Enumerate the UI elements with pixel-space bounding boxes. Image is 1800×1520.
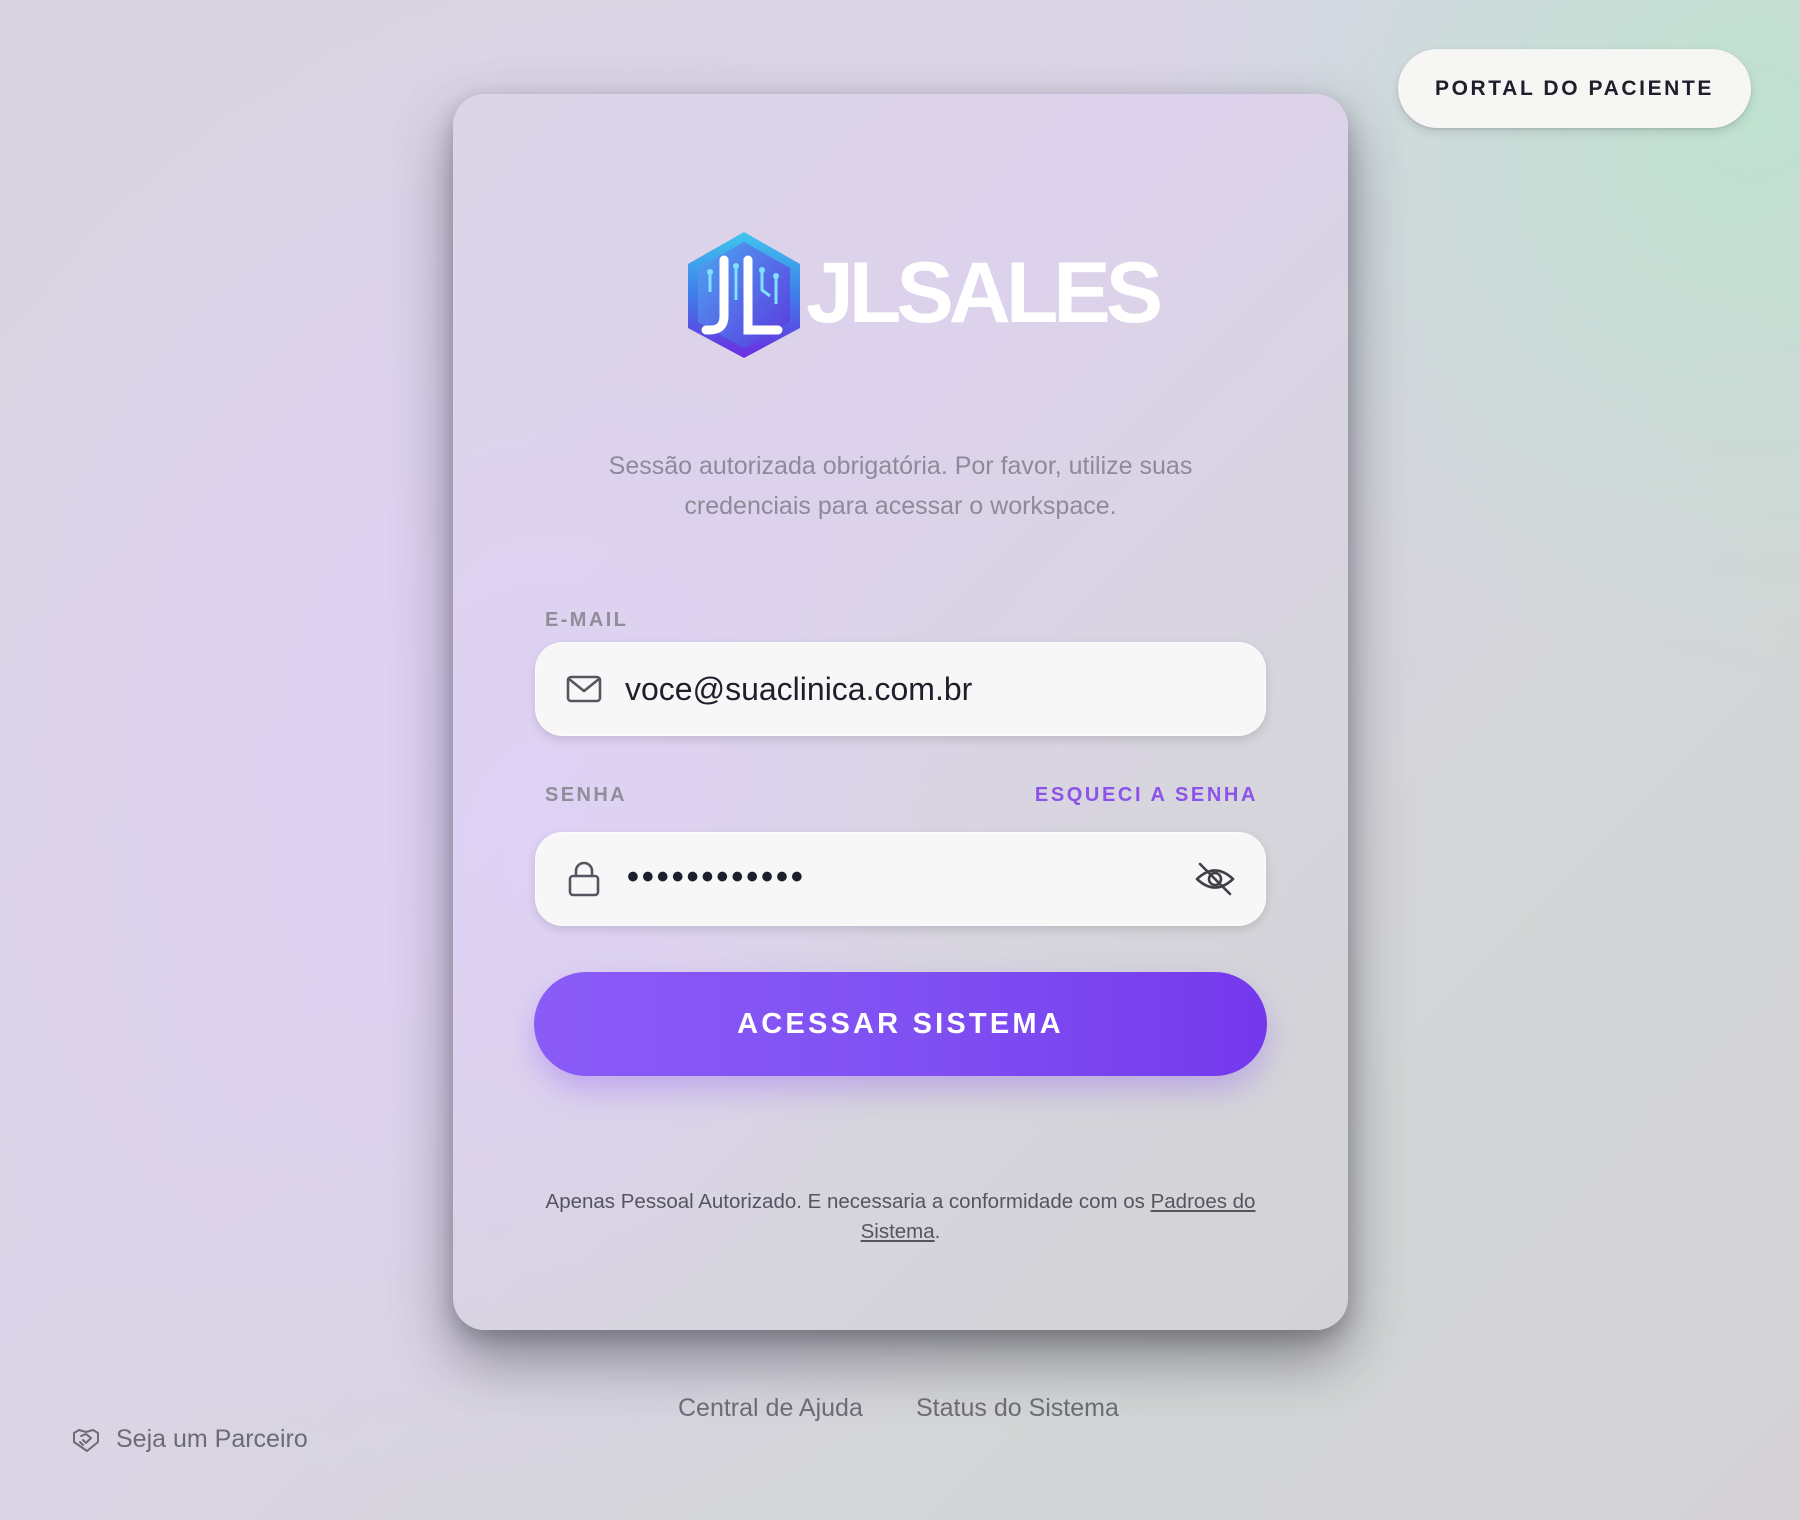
login-submit-button[interactable]: ACESSAR SISTEMA xyxy=(534,972,1267,1076)
password-input[interactable]: •••••••••••• xyxy=(627,858,806,897)
handshake-icon xyxy=(73,1428,99,1452)
partner-label: Seja um Parceiro xyxy=(116,1425,308,1453)
password-label: SENHA xyxy=(545,784,628,806)
compliance-footnote: Apenas Pessoal Autorizado. E necessaria … xyxy=(543,1187,1258,1247)
login-subtitle: Sessão autorizada obrigatória. Por favor… xyxy=(608,452,1193,520)
email-label: E-MAIL xyxy=(545,609,629,631)
footnote-end: . xyxy=(934,1220,941,1243)
partner-link[interactable]: Seja um Parceiro xyxy=(72,1425,308,1454)
eye-off-icon[interactable] xyxy=(1194,859,1236,899)
jl-logo-icon xyxy=(688,232,800,358)
email-input[interactable] xyxy=(625,642,1185,736)
login-card: JLSALES Sessão autorizada obrigatória. P… xyxy=(453,94,1348,1330)
forgot-password-link[interactable]: ESQUECI A SENHA xyxy=(1035,784,1258,807)
patient-portal-button[interactable]: PORTAL DO PACIENTE xyxy=(1398,49,1751,128)
system-status-link[interactable]: Status do Sistema xyxy=(916,1394,1119,1423)
help-center-link[interactable]: Central de Ajuda xyxy=(678,1394,863,1423)
brand-logo: JLSALES xyxy=(686,230,1163,360)
password-field-container: •••••••••••• xyxy=(535,832,1266,926)
footnote-text: Apenas Pessoal Autorizado. E necessaria … xyxy=(545,1190,1151,1213)
mail-icon xyxy=(566,675,602,703)
email-field-container xyxy=(535,642,1266,736)
lock-icon xyxy=(568,861,600,897)
brand-name: JLSALES xyxy=(806,245,1163,341)
